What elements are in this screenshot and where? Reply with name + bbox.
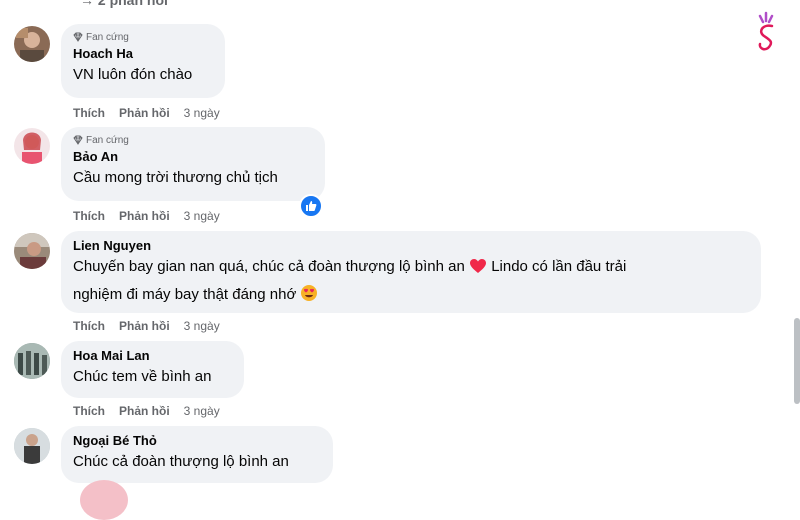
comment-text-part: Lindo có lần đầu trải — [491, 258, 627, 275]
comment-bubble: Lien Nguyen Chuyến bay gian nan quá, chú… — [61, 231, 761, 313]
like-button[interactable]: Thích — [73, 209, 105, 223]
diamond-icon — [73, 135, 83, 145]
like-button[interactable]: Thích — [73, 404, 105, 418]
like-button[interactable]: Thích — [73, 319, 105, 333]
reply-button[interactable]: Phản hồi — [119, 209, 170, 223]
reply-button[interactable]: Phản hồi — [119, 404, 170, 418]
comment-text: Chuyến bay gian nan quá, chúc cả đoàn th… — [73, 254, 749, 310]
comment-timestamp[interactable]: 3 ngày — [184, 106, 220, 120]
scrollbar[interactable] — [794, 318, 800, 404]
reply-button[interactable]: Phản hồi — [119, 106, 170, 120]
comment-text: Cầu mong trời thương chủ tịch — [73, 169, 278, 186]
badge-label: Fan cứng — [86, 31, 129, 43]
comment-timestamp[interactable]: 3 ngày — [184, 404, 220, 418]
like-button[interactable]: Thích — [73, 106, 105, 120]
comment-author[interactable]: Hoach Ha — [73, 46, 213, 62]
avatar[interactable] — [80, 480, 128, 520]
avatar[interactable] — [14, 343, 50, 379]
comment-bubble: Fan cứng Hoach Ha VN luôn đón chào — [61, 24, 225, 98]
avatar[interactable] — [14, 428, 50, 464]
avatar[interactable] — [14, 128, 50, 164]
avatar[interactable] — [14, 233, 50, 269]
comment-author[interactable]: Ngoại Bé Thỏ — [73, 433, 321, 449]
comment-bubble: Hoa Mai Lan Chúc tem về bình an — [61, 341, 244, 398]
brand-logo-icon — [752, 10, 782, 57]
comment-bubble: Ngoại Bé Thỏ Chúc cả đoàn thượng lộ bình… — [61, 426, 333, 483]
comment-actions: Thích Phản hồi 3 ngày — [73, 403, 220, 419]
comment-author[interactable]: Lien Nguyen — [73, 238, 749, 254]
comment-bubble: Fan cứng Bảo An Cầu mong trời thương chủ… — [61, 127, 325, 201]
diamond-icon — [73, 32, 83, 42]
top-fan-badge: Fan cứng — [73, 31, 213, 43]
comment-timestamp[interactable]: 3 ngày — [184, 209, 220, 223]
heart-eyes-emoji-icon — [300, 284, 318, 310]
comment-timestamp[interactable]: 3 ngày — [184, 319, 220, 333]
comment-text: Chúc cả đoàn thượng lộ bình an — [73, 453, 289, 470]
heart-emoji-icon — [469, 257, 487, 282]
top-fan-badge: Fan cứng — [73, 134, 313, 146]
comment-actions: Thích Phản hồi 3 ngày — [73, 105, 220, 121]
like-reaction-icon[interactable] — [299, 194, 323, 218]
comment-text-part: nghiệm đi máy bay thật đáng nhớ — [73, 286, 297, 303]
view-replies-link[interactable]: → 2 phản hồi — [80, 0, 168, 8]
badge-label: Fan cứng — [86, 134, 129, 146]
avatar[interactable] — [14, 26, 50, 62]
comment-text-part: Chuyến bay gian nan quá, chúc cả đoàn th… — [73, 258, 465, 275]
comment-actions: Thích Phản hồi 3 ngày — [73, 318, 220, 334]
comment-text: Chúc tem về bình an — [73, 368, 212, 385]
comment-author[interactable]: Hoa Mai Lan — [73, 348, 232, 364]
comment-actions: Thích Phản hồi 3 ngày — [73, 208, 220, 224]
reply-button[interactable]: Phản hồi — [119, 319, 170, 333]
comment-text: VN luôn đón chào — [73, 66, 193, 83]
comment-author[interactable]: Bảo An — [73, 149, 313, 165]
